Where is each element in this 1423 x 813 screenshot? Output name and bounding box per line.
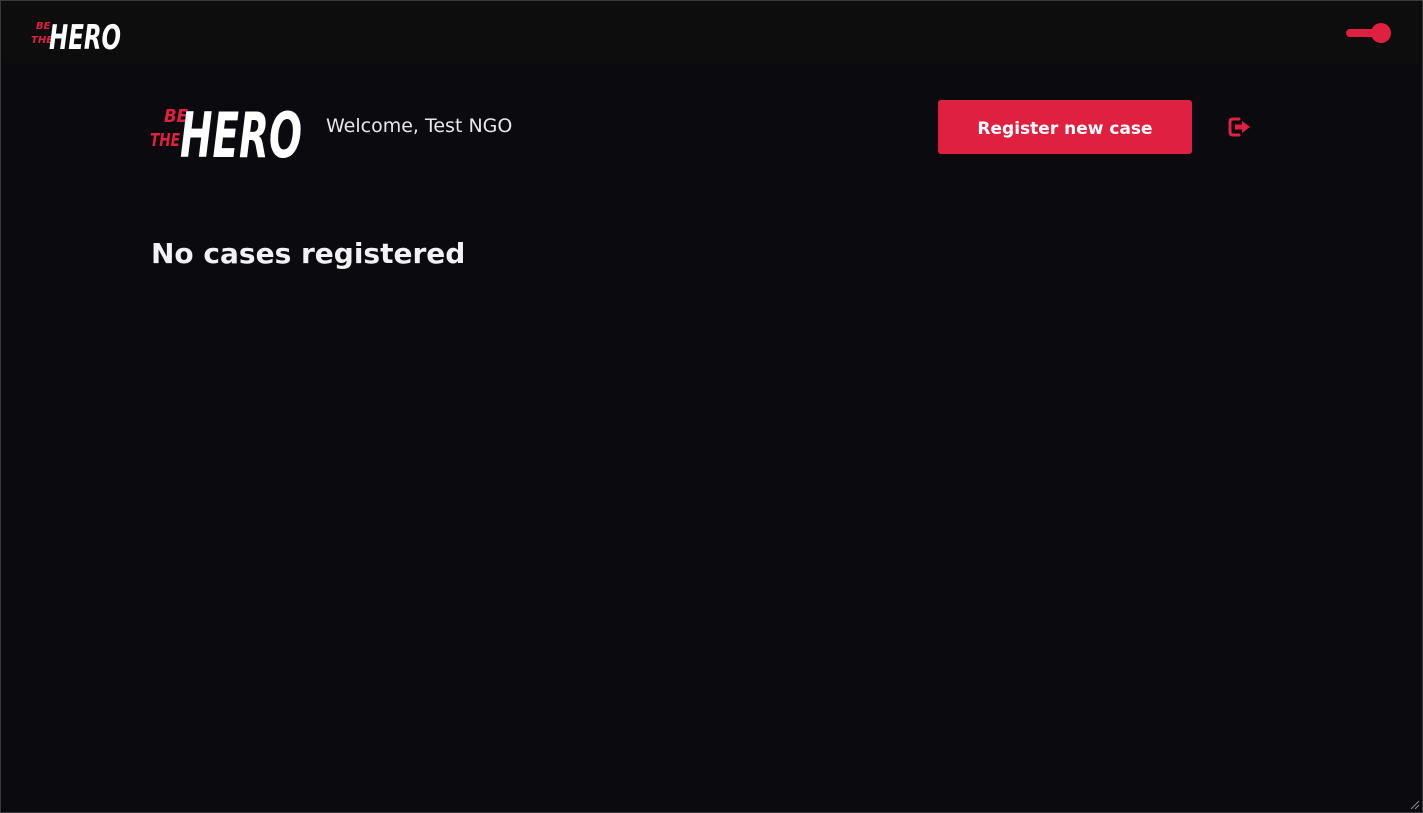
toggle-knob (1371, 23, 1391, 43)
top-bar: BE THE HERO (1, 1, 1422, 63)
resize-grip-icon[interactable] (1408, 798, 1420, 810)
register-new-case-button[interactable]: Register new case (938, 100, 1192, 154)
profile-header: BE THE HERO Welcome, Test NGO Register n… (150, 93, 1254, 172)
logout-button[interactable] (1220, 113, 1254, 141)
topbar-logo[interactable]: BE THE HERO (29, 13, 123, 58)
theme-toggle-switch[interactable] (1345, 23, 1393, 43)
welcome-message: Welcome, Test NGO (326, 115, 513, 137)
logo-hero-text: HERO (180, 99, 302, 161)
logo-image: BE THE HERO (31, 18, 121, 58)
empty-cases-message: No cases registered (151, 237, 466, 270)
logo-image: BE THE HERO (150, 99, 302, 172)
header-logo: BE THE HERO (150, 93, 304, 172)
logo-the-text: THE (150, 130, 181, 151)
logout-icon (1228, 117, 1250, 137)
logo-hero-text: HERO (49, 18, 121, 53)
app-window: BE THE HERO BE THE HERO Welcome, Test NG… (0, 0, 1423, 813)
